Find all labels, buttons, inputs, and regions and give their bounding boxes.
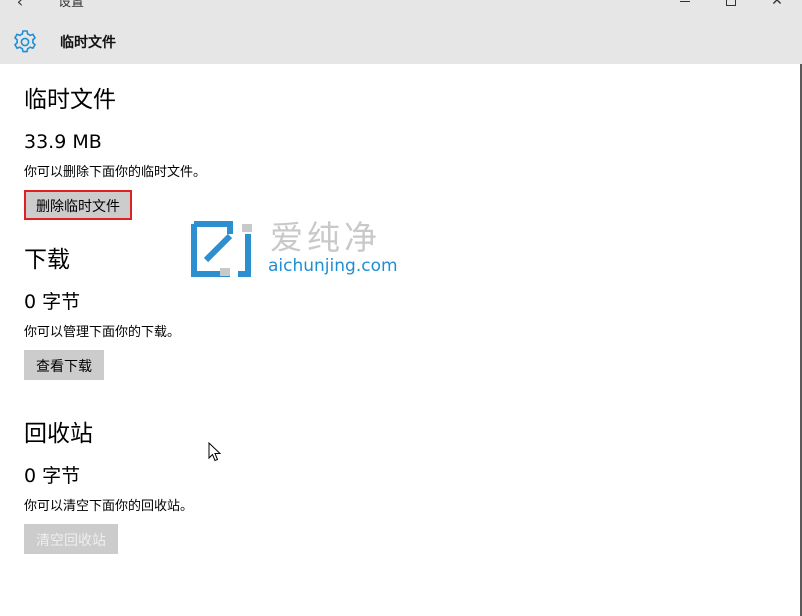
close-icon: ✕ [771,0,783,9]
empty-recycle-bin-button[interactable]: 清空回收站 [24,524,118,554]
size-value: 0 字节 [24,291,81,313]
section-description: 你可以清空下面你的回收站。 [24,499,194,514]
page-header-bar: 临时文件 [0,22,802,64]
watermark-url: aichunjing.com [268,256,398,276]
view-downloads-button[interactable]: 查看下载 [24,350,104,380]
mouse-pointer-icon [208,442,222,462]
back-arrow-icon: ‹ [16,0,24,11]
back-button[interactable]: ‹ [6,0,34,16]
minimize-icon [680,0,690,2]
section-title: 下载 [24,247,70,273]
watermark-text: 爱纯净 [270,218,381,257]
size-value: 0 字节 [24,465,81,487]
title-bar: ‹ 设置 ✕ [0,0,802,22]
watermark-logo-icon [191,221,252,277]
close-button[interactable]: ✕ [754,0,800,10]
section-title: 临时文件 [24,87,116,113]
section-description: 你可以删除下面你的临时文件。 [24,165,207,180]
minimize-button[interactable] [662,0,708,10]
section-title: 回收站 [24,421,93,447]
size-value: 33.9 MB [24,131,102,153]
gear-icon [13,30,37,53]
temp-files-section: 临时文件 33.9 MB 你可以删除下面你的临时文件。 删除临时文件 [24,86,206,220]
section-description: 你可以管理下面你的下载。 [24,325,181,340]
delete-temp-files-button[interactable]: 删除临时文件 [24,190,132,220]
maximize-button[interactable] [708,0,754,10]
recycle-bin-section: 回收站 0 字节 你可以清空下面你的回收站。 清空回收站 [24,420,193,554]
watermark: 爱纯净 aichunjing.com [190,218,405,280]
downloads-section: 下载 0 字节 你可以管理下面你的下载。 查看下载 [24,246,180,380]
maximize-icon [726,0,736,6]
window-title: 设置 [58,0,85,10]
page-title: 临时文件 [60,35,116,51]
